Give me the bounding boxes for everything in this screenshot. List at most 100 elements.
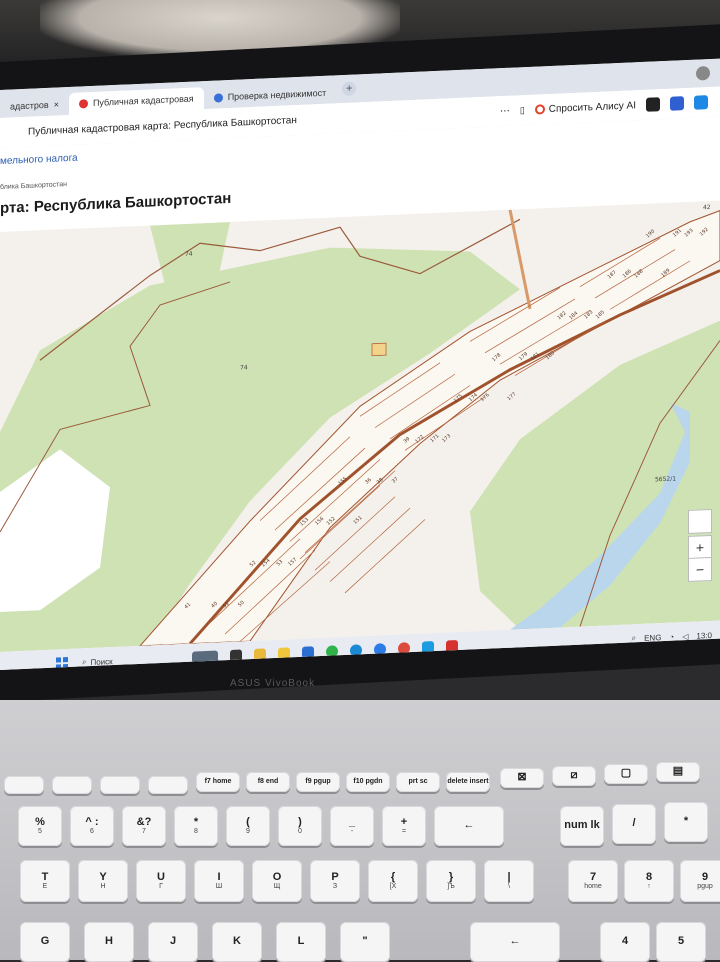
key-legend-top: ⧄ — [570, 769, 578, 782]
key-8[interactable]: * 8 — [174, 806, 218, 846]
extension-x-icon[interactable] — [646, 97, 660, 112]
key-7[interactable]: 7 home — [568, 860, 618, 902]
key-legend-top: prt sc — [408, 778, 428, 786]
key-5[interactable]: % 5 — [18, 806, 62, 846]
bookmark-icon[interactable]: ▯ — [520, 105, 525, 116]
key-K[interactable]: K — [212, 922, 262, 962]
key-4[interactable]: 4 — [600, 922, 650, 962]
key-←[interactable]: ← — [470, 922, 560, 962]
key-←[interactable]: ← — [434, 806, 504, 846]
parcel-number[interactable]: 151 — [352, 515, 363, 526]
parcel-number[interactable]: 173 — [441, 433, 452, 444]
site-favicon-icon — [213, 92, 223, 103]
key-P[interactable]: PЗ — [310, 860, 360, 902]
function-key[interactable]: delete insert — [446, 772, 490, 792]
side-road — [508, 209, 532, 310]
key-legend-top: } — [448, 870, 454, 883]
tab-cadastre-1[interactable]: адастров × — [0, 93, 69, 118]
function-key[interactable]: f9 pgup — [296, 772, 340, 792]
mic-icon[interactable]: ⌕ — [632, 633, 636, 643]
key-9[interactable]: 9 pgup — [680, 860, 720, 902]
key-8[interactable]: 8 ↑ — [624, 860, 674, 902]
key-7[interactable]: &? 7 — [122, 806, 166, 846]
key-legend-top: " — [362, 935, 368, 948]
alice-icon — [534, 104, 545, 115]
key-J[interactable]: J — [148, 922, 198, 962]
key-legend-top: U — [157, 870, 165, 883]
key-U[interactable]: UГ — [136, 860, 186, 902]
function-key-blank[interactable] — [148, 776, 188, 794]
ask-alice-button[interactable]: Спросить Алису AI — [534, 100, 636, 115]
key-legend-top: * — [193, 815, 199, 828]
key-legend-top: 9 — [701, 870, 709, 883]
key-=[interactable]: + = — [382, 806, 426, 846]
key-0[interactable]: ) 0 — [278, 806, 322, 846]
key-G[interactable]: G — [20, 922, 70, 962]
key-/[interactable]: / — [612, 804, 656, 844]
layers-button[interactable] — [688, 508, 712, 534]
volume-icon[interactable]: ◁ — [682, 631, 688, 640]
key-O[interactable]: OЩ — [252, 860, 302, 902]
key-num lk[interactable]: num lk — [560, 806, 604, 846]
function-key-misc[interactable]: ▢ — [604, 764, 648, 784]
key-legend-top: ▤ — [672, 765, 684, 778]
function-key[interactable]: f7 home — [196, 772, 240, 792]
key-legend-top: % — [35, 815, 45, 828]
new-tab-button[interactable]: + — [342, 81, 357, 97]
wifi-icon[interactable]: ◔ — [669, 632, 674, 641]
parcel-number[interactable]: 37 — [391, 476, 400, 485]
selected-parcel[interactable] — [371, 342, 387, 357]
key-I[interactable]: IШ — [194, 860, 244, 902]
key-9[interactable]: (9 — [226, 806, 270, 846]
browser-menu-icon[interactable] — [696, 66, 710, 81]
taskbar-search-label: Поиск — [90, 656, 113, 667]
more-icon[interactable]: ⋯ — [500, 105, 510, 116]
key-|[interactable]: | \ — [484, 860, 534, 902]
key-legend-bottom: 7 — [142, 828, 146, 836]
extension-shield-icon[interactable] — [670, 96, 684, 111]
key-*[interactable]: * — [664, 802, 708, 842]
key-legend-top: ^ : — [85, 815, 99, 828]
key-L[interactable]: L — [276, 922, 326, 962]
function-key-misc[interactable]: ▤ — [656, 762, 700, 782]
key-legend-top: f10 pgdn — [353, 778, 383, 786]
cadastral-map[interactable]: 74 74 5652/1 42 41 40 50 51 52 53 154 157 156 153… — [0, 200, 720, 652]
key-Y[interactable]: YН — [78, 860, 128, 902]
language-indicator[interactable]: ENG — [644, 633, 661, 643]
zoom-out-button[interactable]: − — [688, 556, 712, 582]
key--[interactable]: _ - — [330, 806, 374, 846]
function-key[interactable]: f10 pgdn — [346, 772, 390, 792]
key-legend-top: 4 — [621, 935, 629, 948]
function-key-blank[interactable] — [4, 776, 44, 794]
function-key-blank[interactable] — [52, 776, 92, 794]
parcel-number[interactable]: 177 — [506, 391, 517, 402]
clock[interactable]: 13:0 — [696, 630, 712, 640]
close-icon[interactable]: × — [54, 99, 59, 109]
key-"[interactable]: " — [340, 922, 390, 962]
key-legend-bottom: Е — [42, 883, 48, 891]
parcel-number[interactable]: 190 — [645, 229, 656, 240]
function-key-screen[interactable]: ⧄ — [552, 766, 596, 786]
function-key-camera[interactable]: ⊠ — [500, 768, 544, 788]
function-key[interactable]: prt sc — [396, 772, 440, 792]
key-legend-bottom: home — [584, 883, 602, 891]
key-legend-bottom: pgup — [697, 883, 713, 891]
key-6[interactable]: ^ :6 — [70, 806, 114, 846]
key-5[interactable]: 5 — [656, 922, 706, 962]
key-T[interactable]: TЕ — [20, 860, 70, 902]
key-H[interactable]: H — [84, 922, 134, 962]
key-}[interactable]: }]Ъ — [426, 860, 476, 902]
key-legend-top: 5 — [677, 935, 685, 948]
key-legend-bottom: Щ — [273, 883, 281, 891]
function-key[interactable]: f8 end — [246, 772, 290, 792]
key-legend-top: * — [683, 815, 689, 828]
key-{[interactable]: {[Х — [368, 860, 418, 902]
key-legend-bottom: 9 — [246, 828, 250, 836]
extension-ozon-icon[interactable] — [694, 95, 708, 110]
key-legend-top: &? — [136, 815, 152, 828]
breadcrumb[interactable]: блика Башкортостан — [0, 181, 67, 191]
map-canvas[interactable]: 74 74 5652/1 42 41 40 505152 53154 157156153… — [0, 201, 720, 652]
land-tax-link[interactable]: мельного налога — [0, 153, 78, 167]
function-key-blank[interactable] — [100, 776, 140, 794]
key-legend-bottom: 8 — [194, 828, 198, 836]
